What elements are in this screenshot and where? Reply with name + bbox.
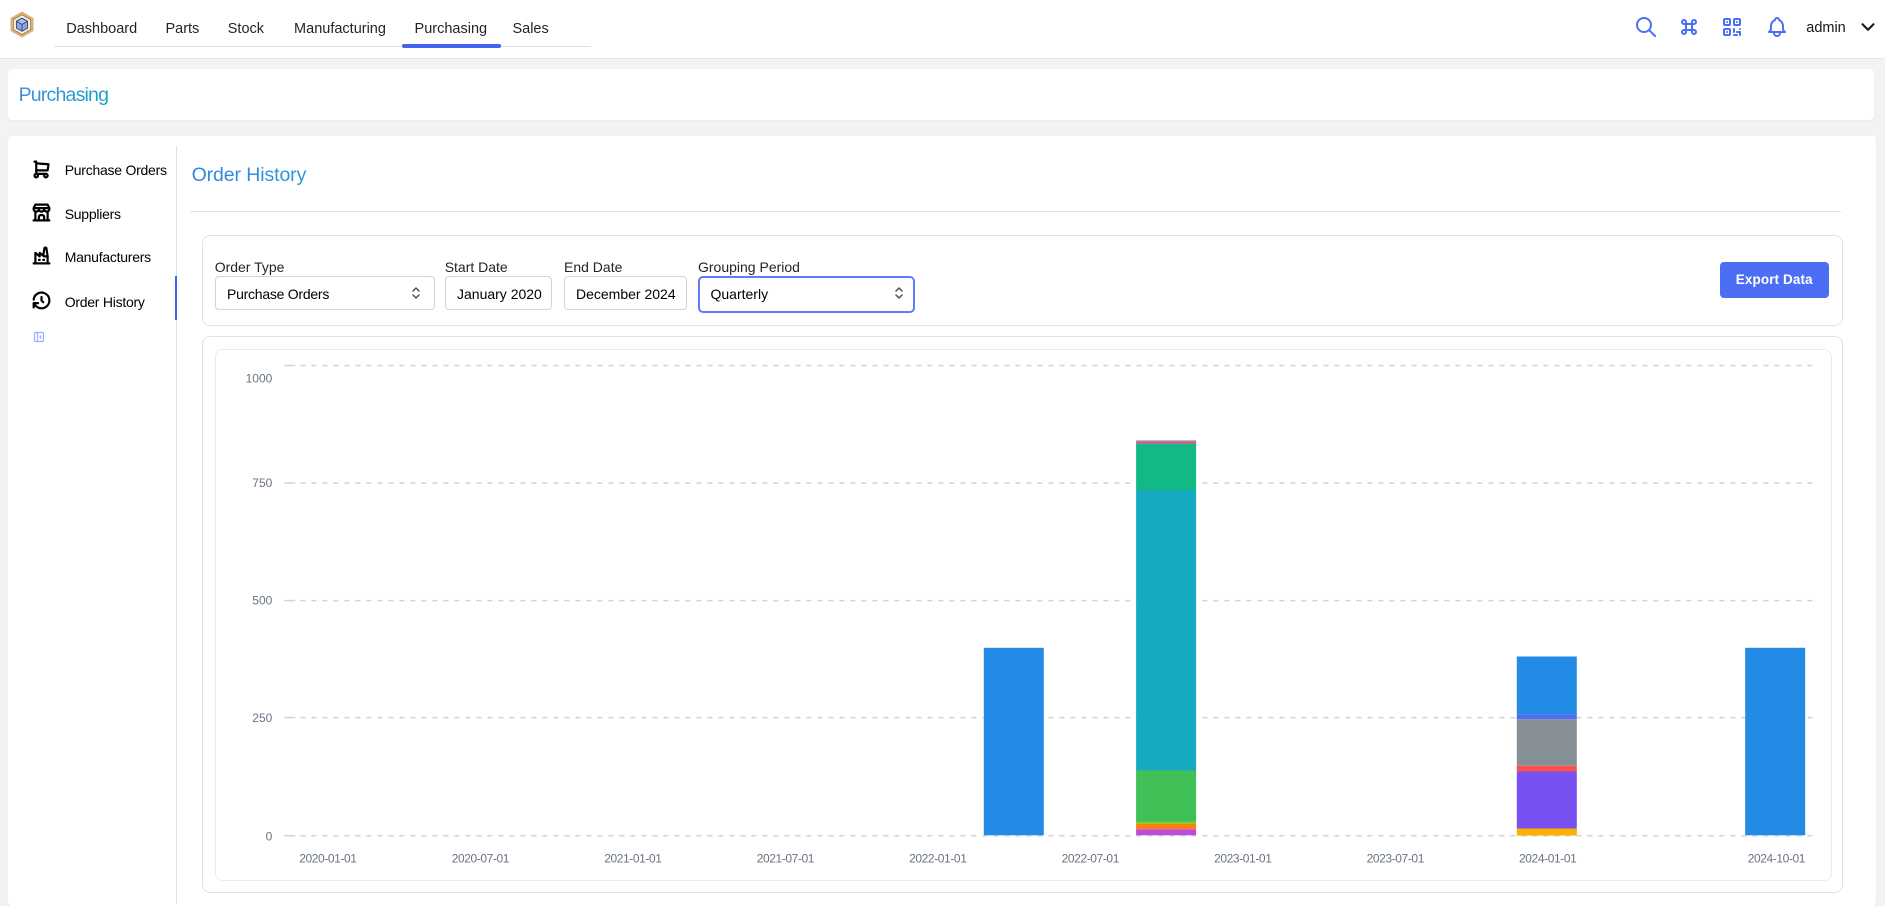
svg-text:500: 500	[252, 593, 272, 607]
svg-text:2020-07-01: 2020-07-01	[451, 851, 509, 865]
svg-text:0: 0	[265, 829, 272, 843]
svg-text:2024-01-01: 2024-01-01	[1519, 851, 1577, 865]
svg-text:2023-07-01: 2023-07-01	[1366, 851, 1424, 865]
svg-text:1000: 1000	[245, 371, 272, 385]
svg-text:2023-01-01: 2023-01-01	[1214, 851, 1272, 865]
svg-text:2022-01-01: 2022-01-01	[909, 851, 967, 865]
svg-text:2021-07-01: 2021-07-01	[756, 851, 814, 865]
svg-text:2020-01-01: 2020-01-01	[299, 851, 357, 865]
svg-text:250: 250	[252, 711, 272, 725]
svg-text:2022-07-01: 2022-07-01	[1061, 851, 1119, 865]
svg-text:750: 750	[252, 476, 272, 490]
svg-text:2024-10-01: 2024-10-01	[1747, 851, 1805, 865]
svg-text:2021-01-01: 2021-01-01	[604, 851, 662, 865]
